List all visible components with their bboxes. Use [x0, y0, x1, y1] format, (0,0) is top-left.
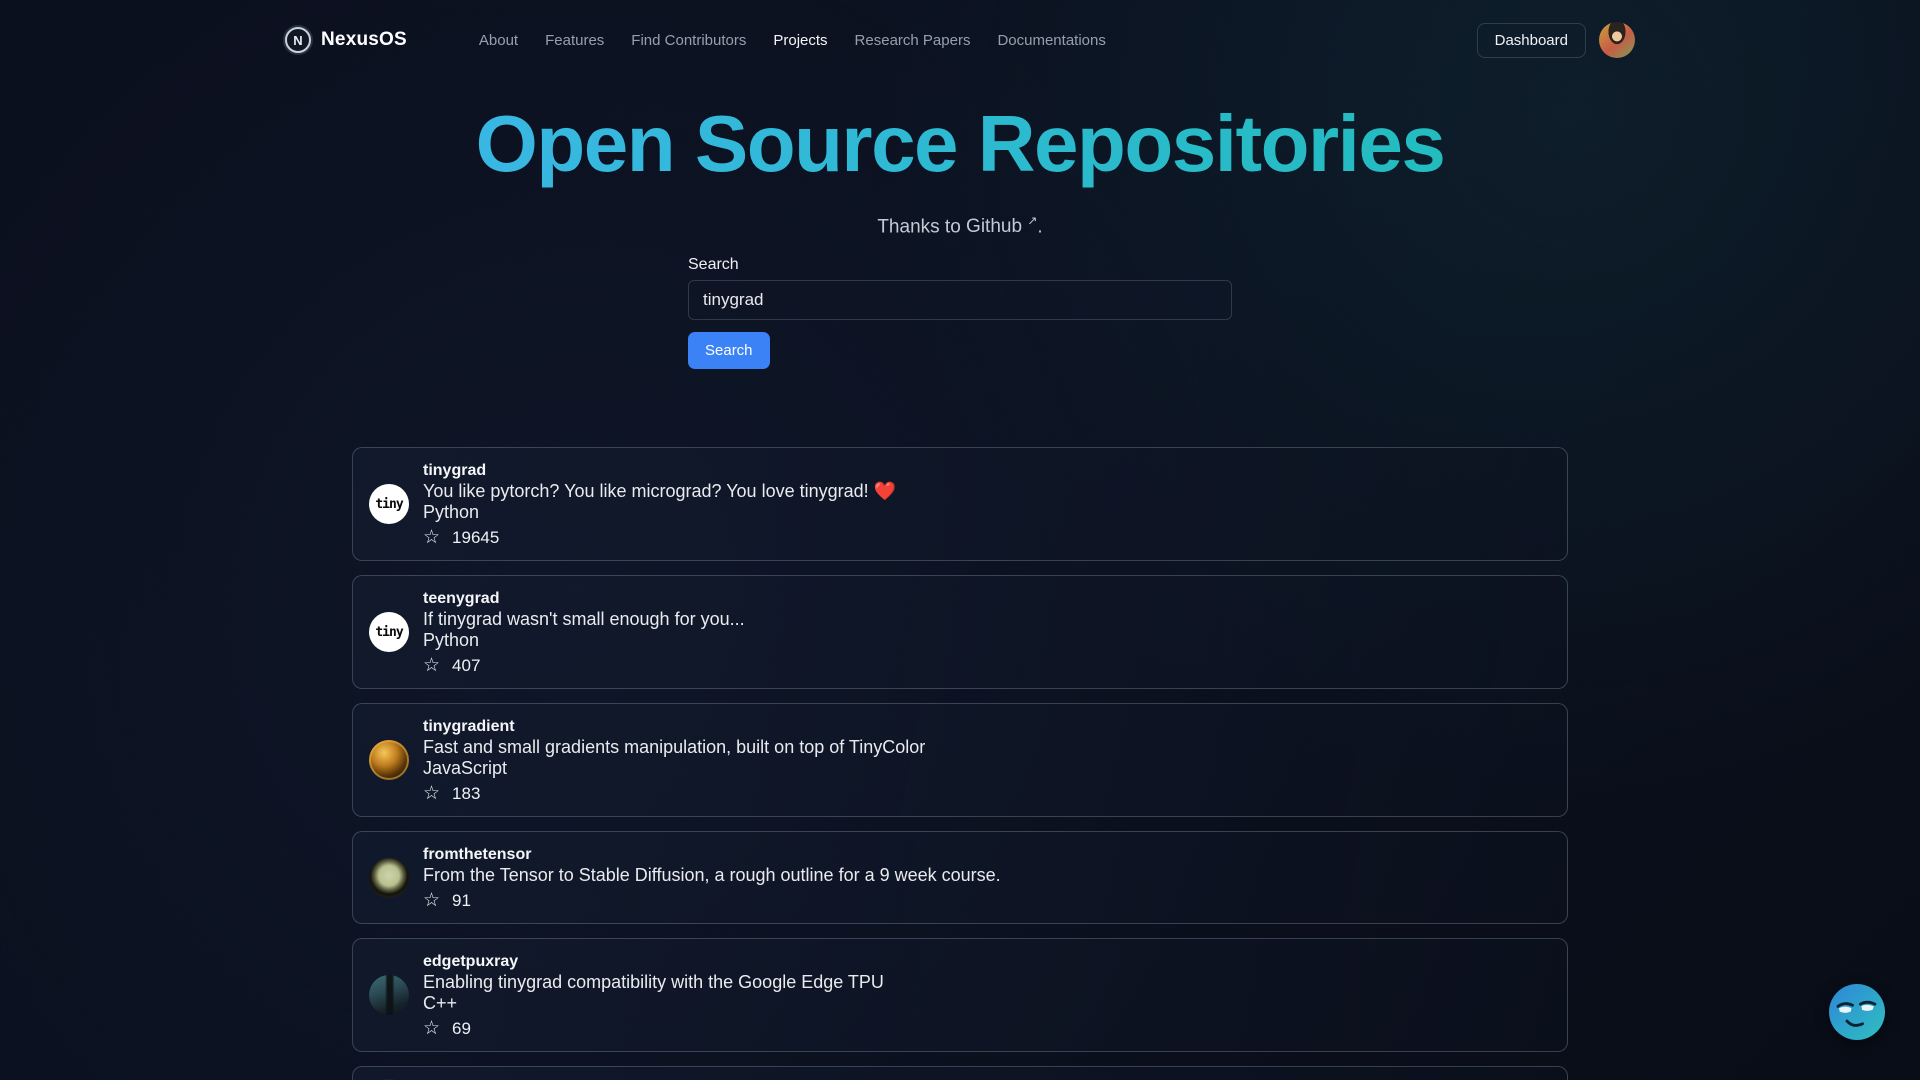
search-button[interactable]: Search	[688, 332, 770, 370]
repo-body: teenygrad If tinygrad wasn't small enoug…	[423, 588, 745, 676]
repo-stars-row: ☆ 183	[423, 783, 925, 804]
repo-body: tinygrad You like pytorch? You like micr…	[423, 460, 896, 548]
subtitle-suffix: .	[1037, 216, 1043, 238]
repo-stars-row: ☆ 407	[423, 655, 745, 676]
star-icon: ☆	[423, 527, 441, 549]
nav-link-about[interactable]: About	[479, 32, 518, 49]
chat-widget-button[interactable]	[1829, 984, 1885, 1040]
repo-card-fromthetensor[interactable]: fromthetensor From the Tensor to Stable …	[352, 831, 1568, 925]
repo-description: Enabling tinygrad compatibility with the…	[423, 972, 884, 993]
repo-stars-row: ☆ 69	[423, 1018, 884, 1039]
github-link[interactable]: Github ↗	[966, 214, 1038, 238]
repo-name: edgetpuxray	[423, 953, 519, 971]
repo-card-tinygradient[interactable]: tinygradient Fast and small gradients ma…	[352, 703, 1568, 818]
repo-avatar: tiny	[369, 612, 409, 653]
nav-link-find-contributors[interactable]: Find Contributors	[631, 32, 746, 49]
star-count: 183	[452, 784, 481, 804]
repo-language: Python	[423, 630, 480, 651]
repo-name: tinygradient	[423, 718, 515, 736]
nav-link-features[interactable]: Features	[545, 32, 604, 49]
nav-link-projects[interactable]: Projects	[773, 32, 827, 49]
repo-avatar	[369, 740, 409, 781]
external-link-arrow-icon: ↗	[1027, 214, 1038, 228]
top-nav-bar: N NexusOS About Features Find Contributors…	[0, 0, 1920, 80]
repo-body: edgetpuxray Enabling tinygrad compatibil…	[423, 951, 884, 1039]
star-icon: ☆	[423, 1018, 441, 1040]
repo-language: Python	[423, 502, 480, 523]
repo-card-edgetpuxray[interactable]: edgetpuxray Enabling tinygrad compatibil…	[352, 938, 1568, 1053]
search-input[interactable]	[688, 280, 1232, 321]
main-content: Open Source Repositories Thanks to Githu…	[0, 100, 1920, 1080]
user-avatar[interactable]	[1599, 22, 1635, 58]
brand-name: NexusOS	[321, 29, 407, 50]
search-label: Search	[688, 256, 739, 274]
repo-card-tinyrwkv[interactable]: tinyrwkv	[352, 1066, 1568, 1080]
repo-avatar	[369, 975, 409, 1016]
repo-card-teenygrad[interactable]: tiny teenygrad If tinygrad wasn't small …	[352, 575, 1568, 690]
subtitle-prefix: Thanks to	[877, 216, 967, 238]
dashboard-button[interactable]: Dashboard	[1476, 22, 1586, 58]
page-title: Open Source Repositories	[0, 100, 1920, 188]
github-link-text: Github	[966, 216, 1023, 238]
nav-link-research-papers[interactable]: Research Papers	[855, 32, 971, 49]
repo-description: Fast and small gradients manipulation, b…	[423, 737, 926, 758]
star-icon: ☆	[423, 655, 441, 677]
repo-name: teenygrad	[423, 590, 500, 608]
repository-list: tiny tinygrad You like pytorch? You like…	[352, 447, 1568, 1080]
star-count: 91	[452, 891, 471, 911]
repo-description: From the Tensor to Stable Diffusion, a r…	[423, 865, 1001, 886]
repo-stars-row: ☆ 91	[423, 890, 1001, 911]
repo-name: tinygrad	[423, 462, 487, 480]
main-nav: About Features Find Contributors Projects Re…	[479, 32, 1106, 49]
repo-card-tinygrad[interactable]: tiny tinygrad You like pytorch? You like…	[352, 447, 1568, 562]
star-count: 69	[452, 1019, 471, 1039]
repo-description: You like pytorch? You like micrograd? Yo…	[423, 481, 897, 502]
star-count: 19645	[452, 528, 500, 548]
repo-stars-row: ☆ 19645	[423, 527, 896, 548]
star-count: 407	[452, 656, 481, 676]
nexusos-logo-icon: N	[285, 27, 311, 53]
repo-language: JavaScript	[423, 758, 508, 779]
smirk-face-icon	[1836, 1000, 1877, 1027]
subtitle: Thanks to Github ↗.	[0, 214, 1920, 238]
repo-body: fromthetensor From the Tensor to Stable …	[423, 844, 1001, 911]
star-icon: ☆	[423, 783, 441, 805]
repo-language: C++	[423, 993, 458, 1014]
repo-body: tinygradient Fast and small gradients ma…	[423, 716, 925, 804]
brand[interactable]: N NexusOS	[285, 27, 407, 53]
star-icon: ☆	[423, 890, 441, 912]
nav-link-documentations[interactable]: Documentations	[997, 32, 1105, 49]
repo-avatar	[369, 857, 409, 898]
search-section: Search Search	[688, 256, 1232, 370]
repo-avatar: tiny	[369, 484, 409, 525]
repo-name: fromthetensor	[423, 846, 532, 864]
repo-description: If tinygrad wasn't small enough for you.…	[423, 609, 745, 630]
